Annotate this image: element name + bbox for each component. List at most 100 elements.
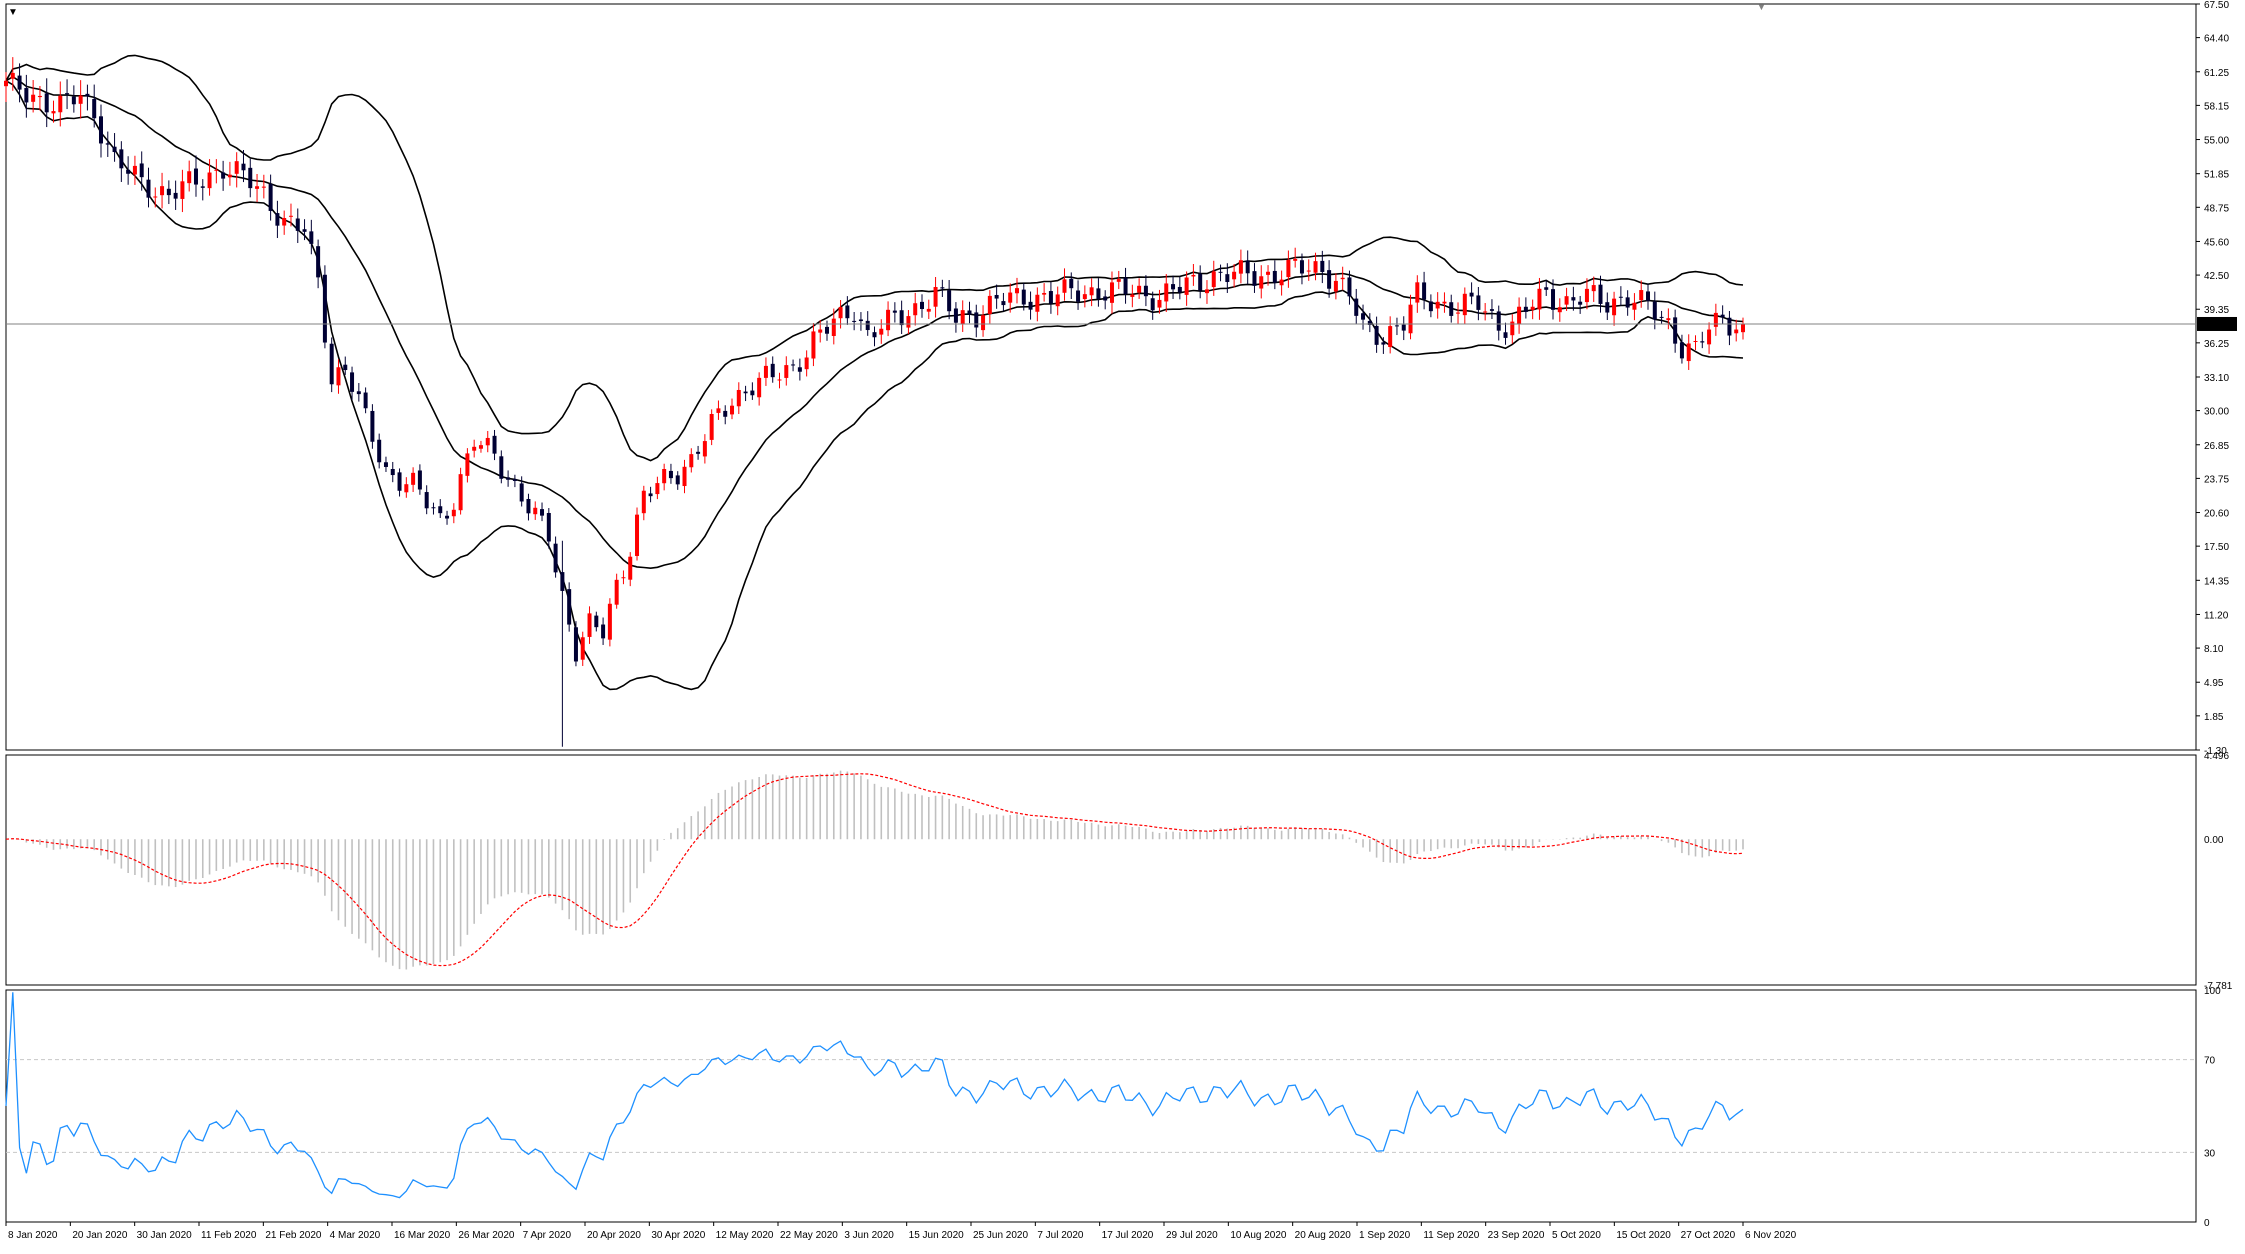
- candle-body: [1116, 279, 1121, 282]
- candle-body: [1198, 273, 1203, 291]
- candle-body: [1517, 306, 1522, 324]
- candle-body: [1496, 311, 1501, 331]
- candle-body: [44, 93, 49, 113]
- candle-body: [635, 514, 640, 556]
- candle-body: [512, 478, 517, 481]
- candle-body: [85, 93, 90, 97]
- candle-body: [31, 94, 36, 102]
- candle-body: [1537, 288, 1542, 310]
- candle-body: [1327, 270, 1332, 289]
- candle-body: [1598, 284, 1603, 304]
- candle-body: [350, 372, 355, 392]
- candle-body: [1076, 290, 1081, 302]
- candle-body: [1401, 324, 1406, 331]
- candle-body: [987, 295, 992, 314]
- chart-root: 67.50 64.40 61.25 58.15 55.00 51.85 48.75 45.60…: [0, 0, 2245, 1249]
- candle-body: [1137, 285, 1142, 293]
- candle-body: [1673, 317, 1678, 344]
- price-chart[interactable]: 67.50 64.40 61.25 58.15 55.00 51.85 48.75 45.60…: [0, 0, 2245, 1249]
- date-axis-label: 26 Mar 2020: [458, 1230, 515, 1241]
- date-axis-label: 16 Mar 2020: [394, 1230, 451, 1241]
- candle-body: [641, 490, 646, 514]
- candle-body: [1238, 260, 1243, 274]
- candle-body: [1727, 317, 1732, 336]
- candle-body: [913, 303, 918, 316]
- price-axis-label: 55.00: [2204, 136, 2229, 147]
- candle-body: [37, 95, 42, 98]
- candle-body: [1489, 309, 1494, 311]
- candle-body: [1564, 296, 1569, 305]
- candle-body: [255, 186, 260, 189]
- candle-body: [316, 246, 321, 278]
- candle-body: [1089, 287, 1094, 296]
- candle-body: [519, 483, 524, 502]
- candle-body: [1707, 329, 1712, 345]
- candle-body: [1123, 277, 1128, 295]
- price-axis-label: 20.60: [2204, 509, 2229, 520]
- candle-body: [723, 410, 728, 417]
- candle-body: [58, 95, 63, 113]
- candle-body: [411, 472, 416, 485]
- bollinger-upper-band: [5, 54, 1744, 462]
- candle-body: [757, 377, 762, 398]
- price-axis-label: 42.50: [2204, 271, 2229, 282]
- date-axis-label: 11 Sep 2020: [1423, 1230, 1479, 1241]
- candle-body: [288, 215, 293, 217]
- candle-body: [146, 179, 151, 198]
- date-axis-label: 20 Aug 2020: [1295, 1230, 1352, 1241]
- candle-body: [940, 287, 945, 289]
- candle-body: [1557, 307, 1562, 313]
- candle-body: [478, 445, 483, 449]
- price-axis-label: 11.20: [2204, 610, 2229, 621]
- candle-body: [1469, 292, 1474, 297]
- candle-body: [1523, 306, 1528, 312]
- bollinger-middle-band: [5, 75, 1744, 570]
- candle-body: [1299, 260, 1304, 274]
- candle-body: [852, 320, 857, 322]
- candle-body: [906, 316, 911, 328]
- date-axis-label: 23 Sep 2020: [1488, 1230, 1545, 1241]
- candle-body: [1347, 277, 1352, 297]
- candle-body: [1272, 270, 1277, 283]
- candle-body: [458, 474, 463, 511]
- candle-body: [1442, 301, 1447, 304]
- candle-body: [933, 287, 938, 307]
- date-axis-label: 3 Jun 2020: [844, 1230, 894, 1241]
- rsi-axis-label: 100: [2204, 986, 2221, 997]
- candle-body: [1313, 261, 1318, 273]
- candle-body: [248, 167, 253, 189]
- candle-body: [268, 183, 273, 211]
- rsi-axis-label: 70: [2204, 1056, 2216, 1067]
- macd-pane-frame: [5, 754, 2197, 986]
- candle-body: [1143, 285, 1148, 297]
- candle-body: [675, 475, 680, 485]
- candle-body: [1374, 325, 1379, 345]
- candle-body: [234, 161, 239, 174]
- candle-body: [825, 326, 830, 334]
- price-axis-label: 39.35: [2204, 305, 2229, 316]
- date-axis-label: 29 Jul 2020: [1166, 1230, 1218, 1241]
- price-axis-label: 14.35: [2204, 576, 2229, 587]
- candle-body: [1483, 311, 1488, 313]
- candle-body: [1618, 296, 1623, 298]
- macd-axis-label: 0.00: [2204, 835, 2224, 846]
- candle-body: [1042, 292, 1047, 295]
- candle-body: [329, 343, 334, 385]
- candle-body: [1666, 318, 1671, 321]
- candle-body: [417, 470, 422, 490]
- candle-body: [730, 405, 735, 415]
- date-axis-label: 4 Mar 2020: [330, 1230, 381, 1241]
- candle-body: [865, 320, 870, 331]
- candle-body: [1150, 298, 1155, 311]
- candle-body: [696, 451, 701, 454]
- candle-body: [533, 507, 538, 515]
- candle-body: [580, 637, 585, 660]
- candle-body: [587, 613, 592, 637]
- candle-body: [214, 169, 219, 171]
- candle-body: [736, 389, 741, 407]
- candle-body: [974, 312, 979, 328]
- candle-body: [1109, 282, 1114, 303]
- candle-body: [750, 390, 755, 396]
- candle-body: [1096, 288, 1101, 300]
- candle-body: [1734, 329, 1739, 334]
